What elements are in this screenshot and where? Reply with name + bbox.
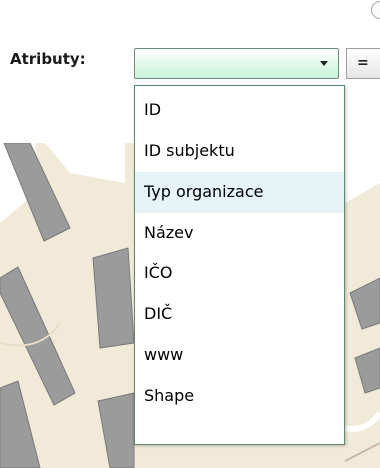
dropdown-option-id[interactable]: ID [135,86,344,131]
attribute-dropdown-list[interactable]: ID ID subjektu Typ organizace Název IČO … [134,85,345,445]
dropdown-option-ico[interactable]: IČO [135,253,344,294]
dropdown-option-typ-organizace[interactable]: Typ organizace [135,171,344,213]
dropdown-option-dic[interactable]: DIČ [135,294,344,335]
map-building [0,380,41,468]
map-road [345,143,380,203]
dropdown-option-nazev[interactable]: Název [135,213,344,254]
chevron-down-icon[interactable] [320,61,328,66]
radio-button[interactable] [371,1,380,19]
map-path [344,411,380,432]
map-road [45,143,125,183]
operator-select[interactable]: = [346,48,380,79]
map-path [344,442,380,462]
map-building [97,392,135,468]
map-building [349,277,380,330]
dropdown-option-id-subjektu[interactable]: ID subjektu [135,131,344,172]
dropdown-option-www[interactable]: www [135,335,344,376]
dropdown-option-shape[interactable]: Shape [135,376,344,417]
attributes-label: Atributy: [10,50,86,68]
attribute-select[interactable] [134,48,339,79]
map-building [354,347,380,394]
map-building [92,247,135,349]
